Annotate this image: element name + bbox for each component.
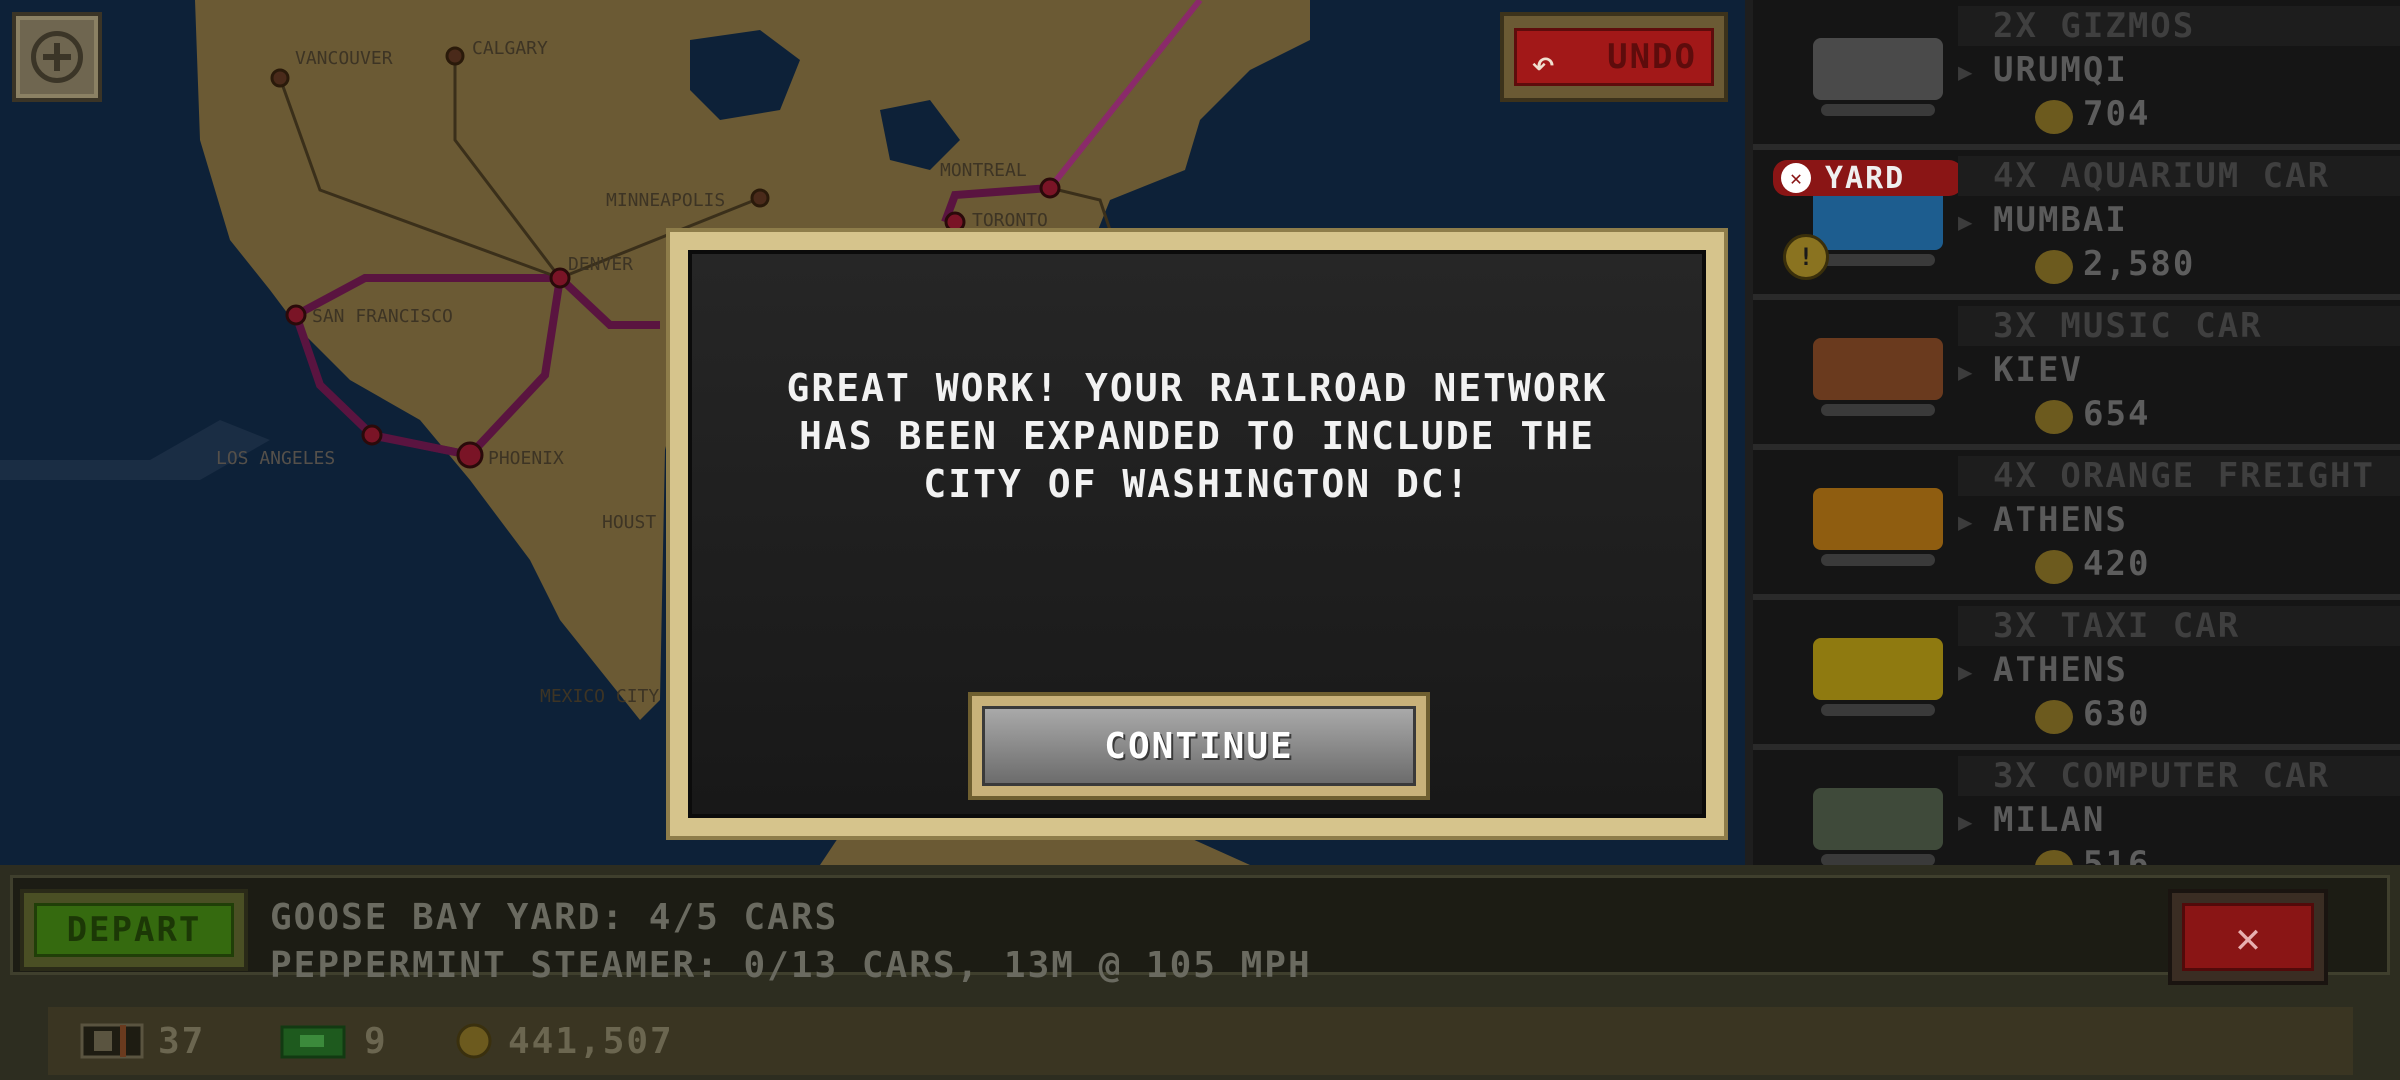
continue-button[interactable]: CONTINUE [968, 692, 1430, 800]
continue-label: CONTINUE [1104, 725, 1294, 767]
dialog-message: GREAT WORK! YOUR RAILROAD NETWORK HAS BE… [786, 366, 1608, 506]
